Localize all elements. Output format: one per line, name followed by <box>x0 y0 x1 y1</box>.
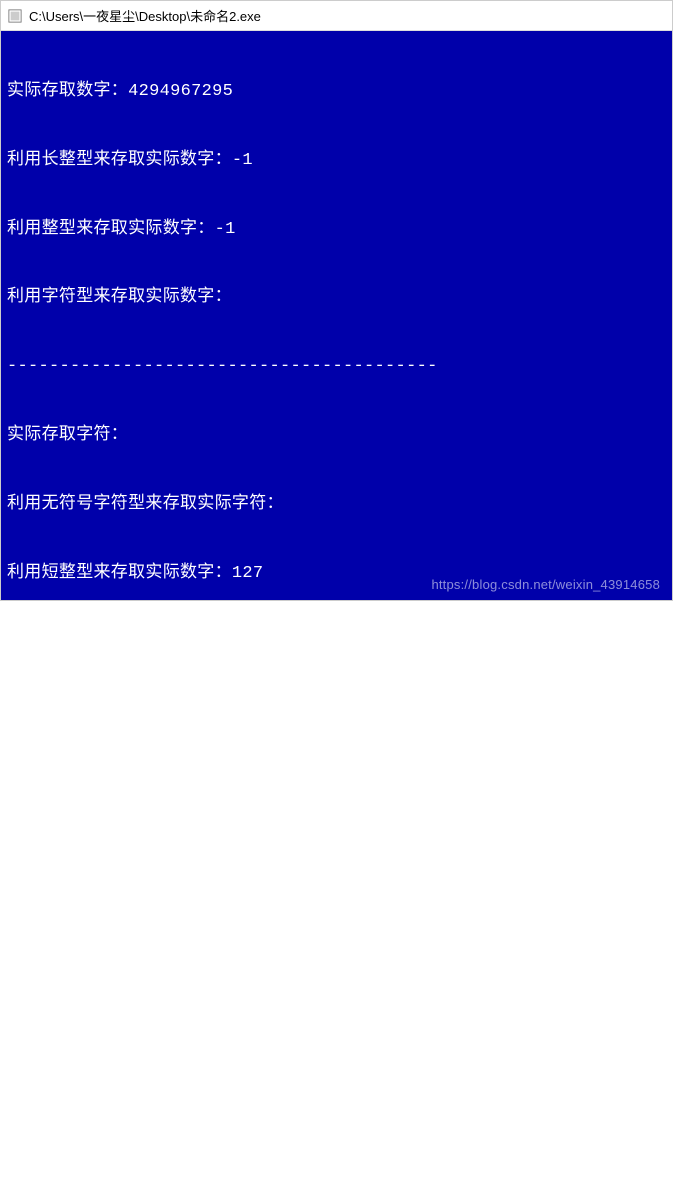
console-line: 利用整型来存取实际数字：127 <box>7 631 666 654</box>
watermark-text: https://blog.csdn.net/weixin_43914658 <box>431 576 660 594</box>
console-line: 实际存取字符： <box>7 425 666 448</box>
console-line: ----------------------------------------… <box>7 356 666 379</box>
console-line: 实际存取数字：4294967295 <box>7 81 666 104</box>
window-title: C:\Users\一夜星尘\Desktop\未命名2.exe <box>29 6 261 25</box>
app-icon <box>7 8 23 24</box>
console-line: 利用size_t类型来存取x2：127 <box>7 1182 666 1202</box>
console-line: 利用单精度浮点型来存取实际数字：127 <box>7 838 666 861</box>
console-line: 利用双精度浮点型来存取实际数字：127 <box>7 907 666 930</box>
console-line: 利用size_t类型来存取x1：4294967295 <box>7 1113 666 1136</box>
console-output[interactable]: 实际存取数字：4294967295 利用长整型来存取实际数字：-1 利用整型来存… <box>1 31 672 600</box>
console-line: 利用字符型来存取实际数字： <box>7 287 666 310</box>
console-line: 利用长长整型来存取实际数字：4611686018427387904 <box>7 975 666 998</box>
console-line: 利用无符号长长整型来存取实际数字：9223372036854775808 <box>7 1044 666 1067</box>
titlebar[interactable]: C:\Users\一夜星尘\Desktop\未命名2.exe <box>1 1 672 31</box>
console-line: 利用无符号字符型来存取实际字符： <box>7 494 666 517</box>
console-line: 利用无符号长整型来存取实际数字：127 <box>7 700 666 723</box>
console-line: 利用无符号长整型来存取实际数字：127 <box>7 769 666 792</box>
app-window: C:\Users\一夜星尘\Desktop\未命名2.exe 实际存取数字：42… <box>0 0 673 601</box>
console-line: 利用长整型来存取实际数字：-1 <box>7 150 666 173</box>
console-line: 利用整型来存取实际数字：-1 <box>7 219 666 242</box>
